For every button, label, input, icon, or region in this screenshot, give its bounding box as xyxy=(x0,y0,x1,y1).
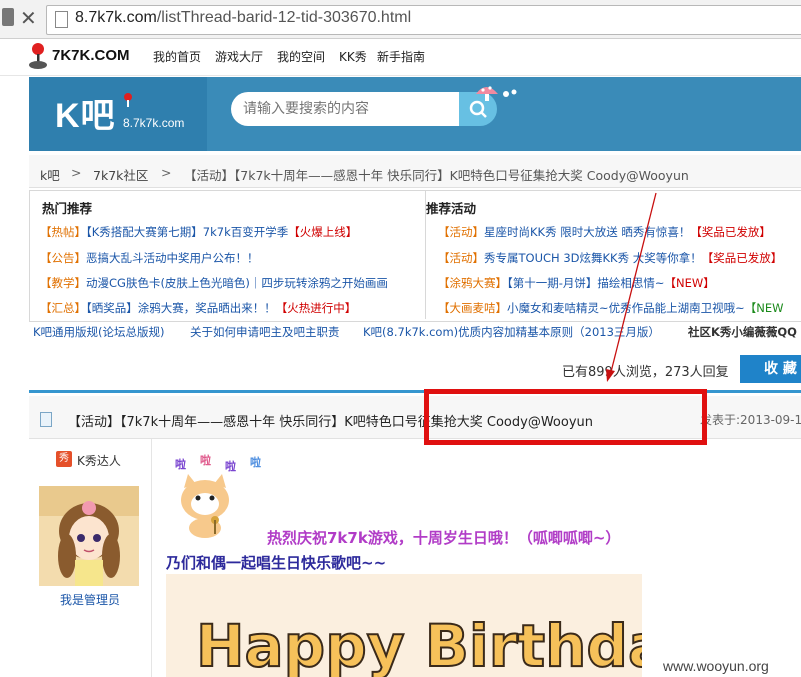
nav-newbie-guide[interactable]: 新手指南 xyxy=(377,48,425,65)
author-name[interactable]: 我是管理员 xyxy=(60,591,120,608)
watermark: www.wooyun.org xyxy=(663,658,769,674)
row-tag: 【公告】 xyxy=(40,251,86,265)
url-input[interactable]: 8.7k7k.com/listThread-barid-12-tid-30367… xyxy=(46,5,801,35)
row-link[interactable]: 秀专属TOUCH 3D炫舞KK秀 大奖等你拿！ xyxy=(484,251,702,265)
avatar-girl-image xyxy=(39,486,139,586)
row-extra: 【NEW xyxy=(744,301,784,315)
hot-row[interactable]: 【汇总】【晒奖品】涂鸦大赛，奖品晒出来！！【火热进行中】 xyxy=(40,300,356,316)
row-extra: 【NEW】 xyxy=(664,276,715,290)
activity-row[interactable]: 【活动】秀专属TOUCH 3D炫舞KK秀 大奖等你拿！【奖品已发放】 xyxy=(438,250,782,266)
nav-my-space[interactable]: 我的空间 xyxy=(277,48,325,65)
row-link[interactable]: 【第十一期-月饼】描绘相思情~ xyxy=(507,276,665,290)
kshow-badge-icon: 秀 xyxy=(56,451,72,467)
row-link[interactable]: 星座时尚KK秀 限时大放送 晒秀有惊喜！ xyxy=(484,225,690,239)
activity-row[interactable]: 【活动】星座时尚KK秀 限时大放送 晒秀有惊喜！【奖品已发放】 xyxy=(438,224,771,240)
kba-logo[interactable]: K吧 xyxy=(55,88,116,137)
hot-recommend-title: 热门推荐 xyxy=(42,201,93,216)
birthday-text-art: Happy Birthday xyxy=(195,611,642,677)
url-text: 8.7k7k.com/listThread-barid-12-tid-30367… xyxy=(75,9,411,27)
back-icon[interactable] xyxy=(2,8,14,26)
celebrate-text: 热烈庆祝7k7k游戏，十周岁生日哦！（呱唧呱唧~） xyxy=(267,529,621,547)
row-tag: 【热帖】 xyxy=(40,225,86,239)
row-tag: 【汇总】 xyxy=(40,301,86,315)
birthday-image: Happy Birthday xyxy=(166,574,642,677)
birthday-art-text: Happy Birthday xyxy=(196,612,642,677)
row-tag: 【大画麦咭】 xyxy=(438,301,507,315)
bubble-text: 啦 xyxy=(250,456,261,469)
row-extra: 【火热进行中】 xyxy=(275,301,357,315)
row-tag: 【涂鸦大赛】 xyxy=(438,276,507,290)
breadcrumb-separator: > xyxy=(71,165,82,180)
nav-game-hall[interactable]: 游戏大厅 xyxy=(215,48,263,65)
joystick-small-icon xyxy=(124,93,132,107)
sing-text: 乃们和偶一起唱生日快乐歌吧~~ xyxy=(166,554,387,572)
row-tag: 【活动】 xyxy=(438,251,484,265)
user-badge-label: K秀达人 xyxy=(77,454,121,468)
highlight-box xyxy=(424,389,707,445)
favorite-button[interactable]: 收 藏 xyxy=(740,355,801,383)
row-link[interactable]: 【晒奖品】涂鸦大赛，奖品晒出来！！ xyxy=(86,301,276,315)
rule-link-general[interactable]: K吧通用版规(论坛总版规) xyxy=(33,324,165,340)
row-extra: 【奖品已发放】 xyxy=(701,251,783,265)
document-icon xyxy=(40,412,52,427)
nav-home[interactable]: 我的首页 xyxy=(153,48,201,65)
recommend-activity-title: 推荐活动 xyxy=(426,201,477,216)
breadcrumb-community[interactable]: 7k7k社区 xyxy=(93,165,148,184)
avatar[interactable] xyxy=(39,486,139,586)
row-tag: 【教学】 xyxy=(40,276,86,290)
row-link[interactable]: 恶搞大乱斗活动中奖用户公布！！ xyxy=(86,251,259,265)
joystick-logo-icon xyxy=(29,43,47,69)
view-reply-stats: 已有899人浏览，273人回复 xyxy=(562,365,729,380)
row-link[interactable]: 【K秀搭配大赛第七期】7k7k百变开学季 xyxy=(86,225,288,239)
close-icon[interactable]: ✕ xyxy=(20,6,37,30)
activity-row[interactable]: 【大画麦咭】小魔女和麦咭精灵~优秀作品能上湖南卫视哦~【NEW xyxy=(438,300,784,316)
kba-domain: 8.7k7k.com xyxy=(123,116,185,130)
row-link[interactable]: 动漫CG肤色卡(皮肤上色光暗色)｜四步玩转涂鸦之开始画画 xyxy=(86,276,388,290)
breadcrumb-separator: > xyxy=(161,165,172,180)
breadcrumb-k8[interactable]: k吧 xyxy=(40,165,60,184)
hot-row[interactable]: 【热帖】【K秀搭配大赛第七期】7k7k百变开学季【火爆上线】 xyxy=(40,224,357,240)
hot-row[interactable]: 【公告】恶搞大乱斗活动中奖用户公布！！ xyxy=(40,250,259,266)
search-input[interactable] xyxy=(231,92,461,126)
url-host: 8.7k7k.com xyxy=(75,9,157,26)
row-link[interactable]: 小魔女和麦咭精灵~优秀作品能上湖南卫视哦~ xyxy=(507,301,745,315)
hot-row[interactable]: 【教学】动漫CG肤色卡(皮肤上色光暗色)｜四步玩转涂鸦之开始画画 xyxy=(40,275,388,291)
post-date: 发表于:2013-09-1 xyxy=(700,413,801,427)
breadcrumb-current-thread: 【活动】【7k7k十周年——感恩十年 快乐同行】K吧特色口号征集抢大奖 Cood… xyxy=(184,168,689,183)
activity-row[interactable]: 【涂鸦大赛】【第十一期-月饼】描绘相思情~【NEW】 xyxy=(438,275,715,291)
nav-kk-show[interactable]: KK秀 xyxy=(339,48,367,65)
cat-mascot-image xyxy=(181,474,229,538)
row-tag: 【活动】 xyxy=(438,225,484,239)
rule-link-editor-qq[interactable]: 社区K秀小编薇薇QQ xyxy=(688,324,797,340)
rule-link-apply-admin[interactable]: 关于如何申请吧主及吧主职责 xyxy=(190,324,340,340)
url-path: /listThread-barid-12-tid-303670.html xyxy=(156,9,412,26)
row-extra: 【奖品已发放】 xyxy=(690,225,771,239)
bubble-text: 啦 xyxy=(200,454,211,467)
rule-link-quality[interactable]: K吧(8.7k7k.com)优质内容加精基本原则（2013三月版） xyxy=(363,324,660,340)
row-extra: 【火爆上线】 xyxy=(288,225,358,239)
page-icon xyxy=(55,11,68,28)
site-logo[interactable]: 7K7K.COM xyxy=(52,47,130,64)
mushroom-deco-icon xyxy=(476,86,517,101)
